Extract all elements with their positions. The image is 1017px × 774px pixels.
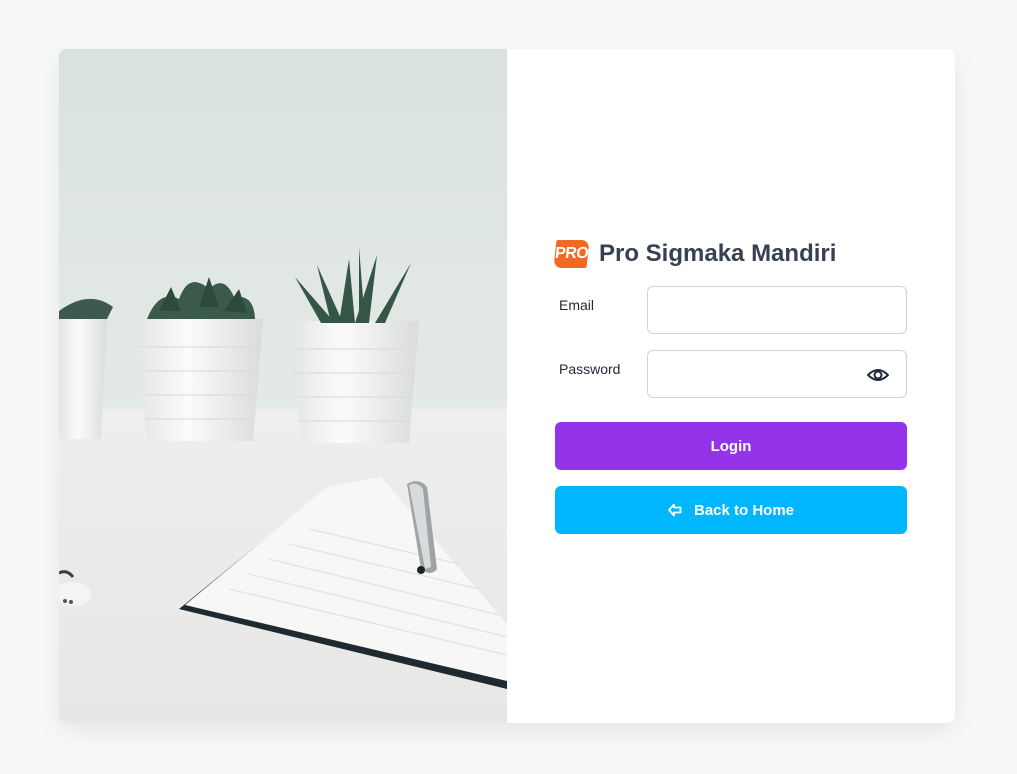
arrow-left-icon bbox=[668, 503, 682, 517]
hero-image bbox=[59, 49, 507, 723]
brand-logo: PRO bbox=[553, 240, 590, 268]
password-label: Password bbox=[559, 361, 621, 377]
password-field-wrapper bbox=[647, 350, 907, 398]
email-field-wrapper bbox=[647, 286, 907, 334]
email-label: Email bbox=[559, 297, 595, 313]
brand: PRO Pro Sigmaka Mandiri bbox=[553, 240, 837, 268]
login-button-label: Login bbox=[710, 437, 752, 455]
back-to-home-label: Back to Home bbox=[693, 501, 795, 519]
brand-title: Pro Sigmaka Mandiri bbox=[599, 240, 837, 267]
back-to-home-button[interactable]: Back to Home bbox=[555, 486, 907, 534]
login-form-panel: PRO Pro Sigmaka Mandiri Email Password L… bbox=[507, 49, 955, 723]
login-button[interactable]: Login bbox=[555, 422, 907, 470]
eye-icon[interactable] bbox=[866, 364, 890, 386]
login-card: PRO Pro Sigmaka Mandiri Email Password L… bbox=[59, 49, 955, 723]
email-field[interactable] bbox=[648, 287, 906, 333]
